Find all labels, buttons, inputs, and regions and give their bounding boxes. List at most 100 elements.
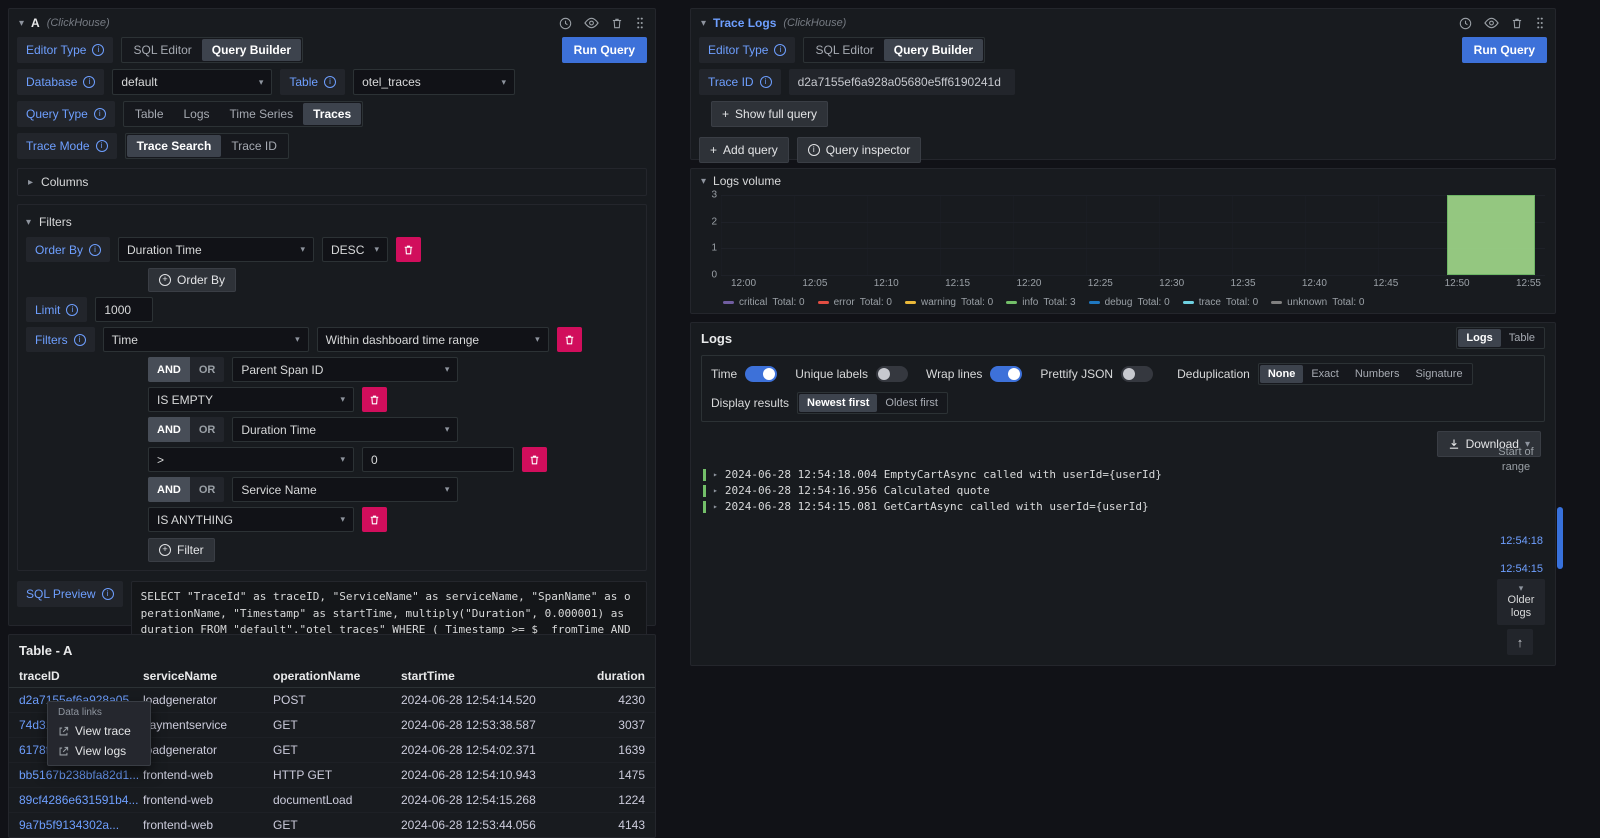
and-option[interactable]: AND (148, 357, 190, 382)
trace-id-link[interactable]: 9a7b5f9134302a... (19, 818, 143, 832)
time-toggle[interactable] (745, 366, 777, 382)
column-header-starttime[interactable]: startTime (401, 669, 581, 683)
order-by-field-select[interactable]: Duration Time▾ (118, 237, 314, 262)
legend-item-warning[interactable]: warningTotal: 0 (905, 297, 993, 308)
unique-labels-toggle[interactable] (876, 366, 908, 382)
info-circle-icon[interactable]: i (324, 76, 336, 88)
view-trace-menu-item[interactable]: View trace (48, 721, 150, 741)
or-option[interactable]: OR (190, 417, 225, 442)
show-full-query-button[interactable]: +Show full query (711, 101, 828, 127)
trace-id-link[interactable]: bb5167b238bfa82d1... (19, 768, 143, 782)
filter-time-value-select[interactable]: Within dashboard time range▾ (317, 327, 549, 352)
remove-filter-button[interactable] (362, 507, 387, 532)
info-circle-icon[interactable]: i (89, 244, 101, 256)
expand-caret-icon[interactable]: ▸ (713, 486, 718, 495)
info-circle-icon[interactable]: i (74, 334, 86, 346)
eye-icon[interactable] (1484, 17, 1499, 29)
filters-section-header[interactable]: ▾ Filters (26, 211, 638, 233)
editor-type-sql-editor[interactable]: SQL Editor (123, 39, 201, 61)
trace-mode-trace-search[interactable]: Trace Search (127, 135, 222, 157)
info-level-bar[interactable] (1447, 195, 1535, 275)
order-by-direction-select[interactable]: DESC▾ (322, 237, 388, 262)
remove-order-by-button[interactable] (396, 237, 421, 262)
expand-caret-icon[interactable]: ▸ (713, 470, 718, 479)
remove-filter-button[interactable] (522, 447, 547, 472)
drag-handle-icon[interactable] (1535, 16, 1545, 30)
column-header-duration[interactable]: duration (581, 669, 645, 683)
wrap-lines-toggle[interactable] (990, 366, 1022, 382)
or-option[interactable]: OR (190, 357, 225, 382)
filter-time-field-select[interactable]: Time▾ (103, 327, 309, 352)
add-filter-button[interactable]: +Filter (148, 538, 215, 562)
log-row[interactable]: ▸ 2024-06-28 12:54:16.956 Calculated quo… (703, 483, 1543, 498)
database-select[interactable]: default▾ (112, 69, 272, 95)
dedup-exact-option[interactable]: Exact (1303, 365, 1347, 383)
older-logs-button[interactable]: ▾ Older logs (1497, 579, 1545, 625)
dedup-numbers-option[interactable]: Numbers (1347, 365, 1408, 383)
query-inspector-button[interactable]: iQuery inspector (797, 137, 922, 163)
info-circle-icon[interactable]: i (92, 44, 104, 56)
drag-handle-icon[interactable] (635, 16, 645, 30)
column-header-servicename[interactable]: serviceName (143, 669, 273, 683)
info-circle-icon[interactable]: i (94, 108, 106, 120)
column-header-traceid[interactable]: traceID (19, 669, 143, 683)
columns-section-header[interactable]: ▸ Columns (17, 168, 647, 196)
and-option[interactable]: AND (148, 417, 190, 442)
oldest-first-option[interactable]: Oldest first (877, 394, 946, 412)
limit-input[interactable] (95, 297, 153, 322)
view-logs-option[interactable]: Logs (1458, 329, 1500, 347)
legend-item-debug[interactable]: debugTotal: 0 (1089, 297, 1170, 308)
dedup-none-option[interactable]: None (1260, 365, 1304, 383)
legend-item-critical[interactable]: criticalTotal: 0 (723, 297, 805, 308)
info-circle-icon[interactable]: i (96, 140, 108, 152)
filter-operator-select[interactable]: >▾ (148, 447, 354, 472)
scroll-to-top-button[interactable]: ↑ (1507, 629, 1533, 655)
editor-type-query-builder[interactable]: Query Builder (202, 39, 301, 61)
add-query-button[interactable]: +Add query (699, 137, 789, 163)
history-icon[interactable] (1459, 17, 1472, 30)
editor-type-sql-editor[interactable]: SQL Editor (805, 39, 883, 61)
filter-field-select[interactable]: Parent Span ID▾ (232, 357, 458, 382)
history-icon[interactable] (559, 17, 572, 30)
and-option[interactable]: AND (148, 477, 190, 502)
trace-id-link[interactable]: 89cf4286e631591b4... (19, 793, 143, 807)
log-row[interactable]: ▸ 2024-06-28 12:54:18.004 EmptyCartAsync… (703, 467, 1543, 482)
query-type-timeseries[interactable]: Time Series (220, 103, 304, 125)
eye-icon[interactable] (584, 17, 599, 29)
run-query-button[interactable]: Run Query (562, 37, 647, 63)
info-circle-icon[interactable]: i (102, 588, 114, 600)
chevron-down-icon[interactable]: ▾ (701, 176, 706, 187)
trace-id-value[interactable]: d2a7155ef6a928a05680e5ff6190241d (789, 69, 1015, 95)
view-table-option[interactable]: Table (1501, 329, 1543, 347)
prettify-json-toggle[interactable] (1121, 366, 1153, 382)
remove-filter-button[interactable] (557, 327, 582, 352)
log-nav-timestamp[interactable]: 12:54:18 (1500, 535, 1543, 547)
panel-collapse-icon[interactable]: ▾ (701, 18, 706, 29)
query-type-traces[interactable]: Traces (303, 103, 361, 125)
trash-icon[interactable] (1511, 17, 1523, 30)
trace-mode-trace-id[interactable]: Trace ID (221, 135, 287, 157)
editor-type-query-builder[interactable]: Query Builder (884, 39, 983, 61)
run-query-button[interactable]: Run Query (1462, 37, 1547, 63)
or-option[interactable]: OR (190, 477, 225, 502)
filter-value-input[interactable]: 0 (362, 447, 514, 472)
info-circle-icon[interactable]: i (774, 44, 786, 56)
query-type-table[interactable]: Table (125, 103, 174, 125)
scrollbar-thumb[interactable] (1557, 507, 1563, 569)
log-nav-timestamp[interactable]: 12:54:15 (1500, 563, 1543, 575)
info-circle-icon[interactable]: i (83, 76, 95, 88)
legend-item-error[interactable]: errorTotal: 0 (818, 297, 892, 308)
panel-collapse-icon[interactable]: ▾ (19, 18, 24, 29)
view-logs-menu-item[interactable]: View logs (48, 741, 150, 761)
filter-operator-select[interactable]: IS EMPTY▾ (148, 387, 354, 412)
filter-operator-select[interactable]: IS ANYTHING▾ (148, 507, 354, 532)
query-type-logs[interactable]: Logs (174, 103, 220, 125)
legend-item-unknown[interactable]: unknownTotal: 0 (1271, 297, 1364, 308)
dedup-signature-option[interactable]: Signature (1407, 365, 1470, 383)
remove-filter-button[interactable] (362, 387, 387, 412)
log-row[interactable]: ▸ 2024-06-28 12:54:15.081 GetCartAsync c… (703, 499, 1543, 514)
legend-item-info[interactable]: infoTotal: 3 (1006, 297, 1075, 308)
filter-field-select[interactable]: Duration Time▾ (232, 417, 458, 442)
trash-icon[interactable] (611, 17, 623, 30)
table-select[interactable]: otel_traces▾ (353, 69, 515, 95)
